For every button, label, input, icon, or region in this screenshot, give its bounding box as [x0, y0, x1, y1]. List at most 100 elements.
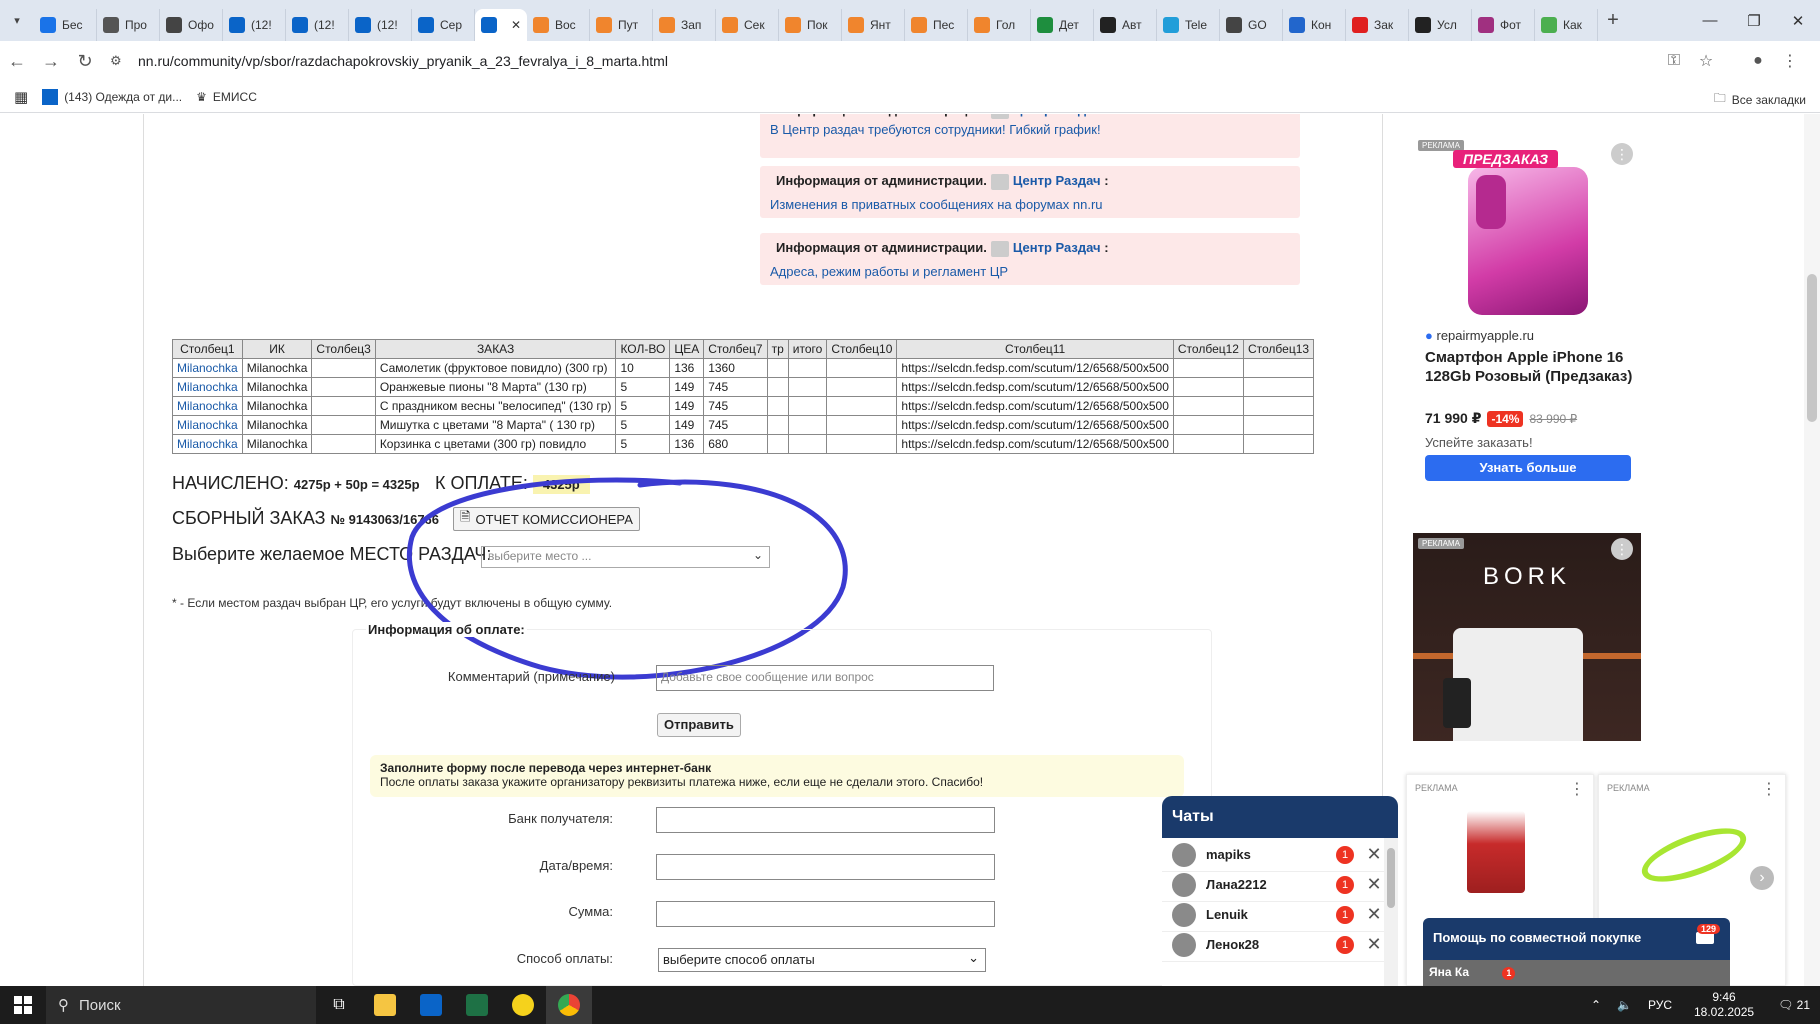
help-chat-user-row[interactable]: Яна Ка 1	[1423, 960, 1730, 986]
task-view-icon[interactable]: ⧉	[316, 986, 362, 1024]
language-indicator[interactable]: РУС	[1648, 998, 1672, 1012]
excel-icon[interactable]	[454, 986, 500, 1024]
ad-menu-icon[interactable]: ⋮	[1569, 779, 1585, 799]
bookmark-item-2[interactable]: ♛ ЕМИСС	[196, 90, 257, 104]
browser-tab[interactable]: Бес	[34, 8, 97, 41]
bank-input[interactable]	[656, 807, 995, 833]
close-icon[interactable]: ✕	[1364, 844, 1384, 865]
windows-start-icon[interactable]	[0, 986, 46, 1024]
help-chat-header[interactable]: Помощь по совместной покупке 129	[1423, 918, 1730, 960]
new-tab-button[interactable]: +	[1598, 9, 1628, 32]
browser-tab[interactable]: Пес	[905, 8, 968, 41]
browser-tab[interactable]: Пут	[590, 8, 653, 41]
browser-tab[interactable]: (12!	[349, 8, 412, 41]
site-info-icon[interactable]: ⚙	[110, 53, 138, 69]
all-bookmarks-button[interactable]: 🗀 Все закладки	[1714, 89, 1806, 110]
close-icon[interactable]: ✕	[1364, 874, 1384, 895]
browser-tab[interactable]: GO	[1220, 8, 1283, 41]
buyer-link[interactable]: Milanochka	[172, 396, 243, 416]
browser-tab[interactable]: Дет	[1031, 8, 1094, 41]
tray-chevron-icon[interactable]: ⌃	[1591, 998, 1601, 1012]
browser-tab[interactable]: Про	[97, 8, 160, 41]
tab-search-button[interactable]: ▾	[0, 0, 34, 41]
browser-tab[interactable]: Янт	[842, 8, 905, 41]
browser-tab[interactable]: Фот	[1472, 8, 1535, 41]
browser-tab[interactable]: (12!	[286, 8, 349, 41]
ad-menu-icon[interactable]: ⋮	[1611, 538, 1633, 560]
volume-icon[interactable]: 🔈	[1617, 998, 1632, 1012]
apps-grid-icon[interactable]: ▦	[14, 88, 28, 106]
browser-tab[interactable]: Авт	[1094, 8, 1157, 41]
admin-link-1[interactable]: В Центр раздач требуются сотрудники! Гиб…	[770, 122, 1101, 137]
menu-dots-icon[interactable]: ⋮	[1774, 51, 1806, 71]
sum-input[interactable]	[656, 901, 995, 927]
admin-link-2[interactable]: Изменения в приватных сообщениях на фору…	[770, 197, 1103, 212]
close-icon[interactable]: ✕	[1364, 934, 1384, 955]
browser-tab[interactable]: ✕	[475, 8, 527, 41]
password-key-icon[interactable]: ⚿	[1658, 52, 1690, 70]
close-tab-icon[interactable]: ✕	[511, 18, 521, 32]
outlook-icon[interactable]	[408, 986, 454, 1024]
learn-more-button[interactable]: Узнать больше	[1425, 455, 1631, 481]
chat-item[interactable]: mapiks 1 ✕	[1162, 838, 1384, 872]
commissioner-report-button[interactable]: 🗎 ОТЧЕТ КОМИССИОНЕРА	[453, 507, 640, 531]
notification-icon[interactable]: 🗨 21	[1778, 998, 1810, 1012]
page-scroll-thumb[interactable]	[1807, 274, 1817, 422]
browser-tab[interactable]: Офо	[160, 8, 223, 41]
browser-tab[interactable]: Зап	[653, 8, 716, 41]
admin-center-link[interactable]: Центр Раздач	[1013, 114, 1101, 117]
buyer-link[interactable]: Milanochka	[172, 358, 243, 378]
browser-tab[interactable]: Усл	[1409, 8, 1472, 41]
browser-tab[interactable]: Сер	[412, 8, 475, 41]
browser-tab[interactable]: Гол	[968, 8, 1031, 41]
chat-item[interactable]: Lenuik 1 ✕	[1162, 898, 1384, 932]
next-arrow-icon[interactable]: ›	[1750, 866, 1774, 890]
file-explorer-icon[interactable]	[362, 986, 408, 1024]
admin-link-3[interactable]: Адреса, режим работы и регламент ЦР	[770, 264, 1008, 279]
ad-menu-icon[interactable]: ⋮	[1761, 779, 1777, 799]
buyer-link[interactable]: Milanochka	[172, 434, 243, 454]
chat-item[interactable]: Ленок28 1 ✕	[1162, 928, 1384, 962]
pickup-place-select[interactable]: выберите место ... ⌄	[481, 546, 770, 568]
admin-center-link[interactable]: Центр Раздач	[1013, 173, 1101, 188]
back-icon[interactable]: ←	[0, 51, 34, 72]
browser-tab[interactable]: Вос	[527, 8, 590, 41]
minimize-icon[interactable]: —	[1688, 0, 1732, 41]
admin-center-link[interactable]: Центр Раздач	[1013, 240, 1101, 255]
bookmark-star-icon[interactable]: ☆	[1690, 51, 1722, 71]
browser-tab[interactable]: (12!	[223, 8, 286, 41]
buyer-link[interactable]: Milanochka	[172, 415, 243, 435]
url-field[interactable]: ⚙ nn.ru/community/vp/sbor/razdachapokrov…	[110, 46, 1658, 76]
clock[interactable]: 9:46 18.02.2025	[1694, 990, 1754, 1020]
restore-icon[interactable]: ❐	[1732, 0, 1776, 41]
close-window-icon[interactable]: ✕	[1776, 0, 1820, 41]
chat-item[interactable]: Лана2212 1 ✕	[1162, 868, 1384, 902]
chat-scrollbar[interactable]	[1384, 838, 1398, 986]
ad-menu-icon[interactable]: ⋮	[1611, 143, 1633, 165]
browser-tab[interactable]: Как	[1535, 8, 1598, 41]
send-button[interactable]: Отправить	[657, 713, 741, 737]
buyer-link[interactable]: Milanochka	[172, 377, 243, 397]
forward-icon[interactable]: →	[34, 51, 68, 72]
close-icon[interactable]: ✕	[1364, 904, 1384, 925]
chat-scroll-thumb[interactable]	[1387, 848, 1395, 908]
browser-tab[interactable]: Кон	[1283, 8, 1346, 41]
taskbar-search[interactable]: ⚲ Поиск	[46, 986, 316, 1024]
iphone-ad[interactable]: РЕКЛАМА ⋮ ПРЕДЗАКАЗ ● repairmyapple.ru С…	[1413, 135, 1641, 503]
page-scrollbar[interactable]	[1804, 114, 1820, 986]
1c-icon[interactable]	[500, 986, 546, 1024]
reload-icon[interactable]: ↻	[68, 51, 102, 72]
bork-ad[interactable]: РЕКЛАМА ⋮ BORK	[1413, 533, 1641, 741]
date-input[interactable]	[656, 854, 995, 880]
tab-label: Tele	[1185, 17, 1208, 32]
browser-tab[interactable]: Зак	[1346, 8, 1409, 41]
browser-tab[interactable]: Tele	[1157, 8, 1220, 41]
comment-input[interactable]: Добавьте свое сообщение или вопрос	[656, 665, 994, 691]
bookmark-item-1[interactable]: (143) Одежда от ди...	[42, 88, 182, 105]
browser-tab[interactable]: Пок	[779, 8, 842, 41]
browser-tab[interactable]: Сек	[716, 8, 779, 41]
chrome-icon[interactable]	[546, 986, 592, 1024]
payment-method-select[interactable]: выберите способ оплаты ⌄	[658, 948, 986, 972]
profile-icon[interactable]: ●	[1742, 52, 1774, 70]
admin-notice-header: Информация от администрации.Центр Раздач…	[776, 114, 1109, 119]
